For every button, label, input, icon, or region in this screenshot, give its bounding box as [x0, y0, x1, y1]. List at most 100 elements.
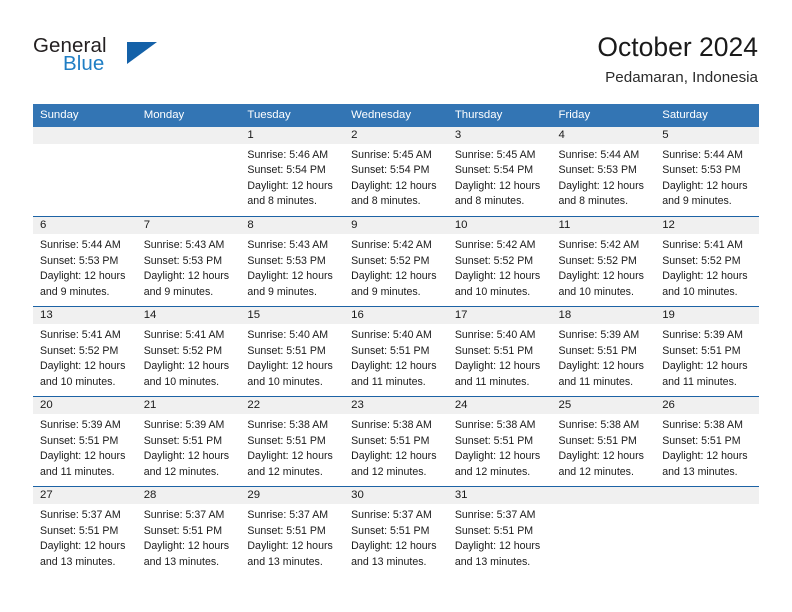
calendar-page: General Blue October 2024 Pedamaran, Ind… — [0, 0, 792, 612]
day-daylight-2-text: and 12 minutes. — [143, 465, 220, 478]
day-daylight-2-text: and 13 minutes. — [351, 555, 427, 568]
calendar-day-cell[interactable]: 30 Sunrise: 5:37 AM Sunset: 5:51 PM Dayligh… — [344, 486, 448, 577]
day-number: 17 — [447, 307, 552, 325]
calendar-day-cell[interactable]: 7 Sunrise: 5:43 AM Sunset: 5:53 PM Daylight… — [136, 216, 241, 307]
day-sunrise-text: Sunrise: 5:46 AM — [247, 148, 329, 161]
calendar-day-cell-empty — [136, 126, 241, 217]
day-daylight-1-text: Daylight: 12 hours — [351, 450, 437, 463]
day-sunset-text: Sunset: 5:53 PM — [558, 164, 637, 177]
day-sunset-text: Sunset: 5:52 PM — [558, 254, 637, 267]
day-sunset-text: Sunset: 5:52 PM — [662, 254, 741, 267]
day-daylight-2-text: and 13 minutes. — [40, 555, 116, 568]
day-daylight-1-text: Daylight: 12 hours — [247, 450, 333, 463]
day-sunrise-text: Sunrise: 5:40 AM — [351, 329, 432, 342]
calendar-day-cell[interactable]: 3 Sunrise: 5:45 AM Sunset: 5:54 PM Daylight… — [447, 126, 552, 217]
day-number — [655, 487, 759, 505]
day-number: 22 — [240, 397, 345, 415]
day-number: 7 — [136, 217, 241, 235]
day-sunrise-text: Sunrise: 5:41 AM — [143, 329, 225, 342]
day-details: Sunrise: 5:44 AM Sunset: 5:53 PM Daylight:… — [33, 234, 137, 300]
day-sunrise-text: Sunrise: 5:37 AM — [143, 509, 225, 522]
calendar-week-row: 27 Sunrise: 5:37 AM Sunset: 5:51 PM Dayligh… — [33, 486, 759, 577]
calendar-day-cell[interactable]: 1 Sunrise: 5:46 AM Sunset: 5:54 PM Daylight… — [240, 126, 345, 217]
day-daylight-1-text: Daylight: 12 hours — [558, 450, 644, 463]
day-details: Sunrise: 5:37 AM Sunset: 5:51 PM Daylight:… — [137, 504, 241, 570]
day-daylight-2-text: and 11 minutes. — [558, 375, 634, 388]
day-number: 6 — [33, 217, 137, 235]
calendar-day-cell[interactable]: 6 Sunrise: 5:44 AM Sunset: 5:53 PM Daylight… — [33, 216, 137, 307]
calendar-day-cell[interactable]: 20 Sunrise: 5:39 AM Sunset: 5:51 PM Dayligh… — [33, 396, 137, 487]
day-number: 5 — [655, 126, 759, 144]
weekday-header-monday: Monday — [136, 104, 241, 127]
calendar-day-cell-empty — [551, 486, 656, 577]
calendar-day-cell[interactable]: 5 Sunrise: 5:44 AM Sunset: 5:53 PM Daylight… — [655, 126, 759, 217]
day-daylight-1-text: Daylight: 12 hours — [40, 270, 126, 283]
calendar-day-cell-empty — [33, 126, 137, 217]
day-daylight-1-text: Daylight: 12 hours — [662, 360, 748, 373]
day-daylight-2-text: and 9 minutes. — [351, 285, 421, 298]
weekday-header-friday: Friday — [551, 104, 656, 127]
day-number: 13 — [33, 307, 137, 325]
calendar-day-cell[interactable]: 26 Sunrise: 5:38 AM Sunset: 5:51 PM Dayligh… — [655, 396, 759, 487]
calendar-day-cell[interactable]: 13 Sunrise: 5:41 AM Sunset: 5:52 PM Dayligh… — [33, 306, 137, 397]
day-details: Sunrise: 5:38 AM Sunset: 5:51 PM Daylight:… — [552, 414, 656, 480]
day-details: Sunrise: 5:42 AM Sunset: 5:52 PM Daylight:… — [552, 234, 656, 300]
calendar-day-cell[interactable]: 15 Sunrise: 5:40 AM Sunset: 5:51 PM Dayligh… — [240, 306, 345, 397]
day-details: Sunrise: 5:39 AM Sunset: 5:51 PM Daylight:… — [137, 414, 241, 480]
day-sunset-text: Sunset: 5:51 PM — [662, 344, 741, 357]
day-sunrise-text: Sunrise: 5:43 AM — [143, 239, 225, 252]
day-sunset-text: Sunset: 5:53 PM — [40, 254, 119, 267]
calendar-container: Sunday Monday Tuesday Wednesday Thursday… — [33, 104, 759, 577]
calendar-day-cell[interactable]: 31 Sunrise: 5:37 AM Sunset: 5:51 PM Dayligh… — [447, 486, 552, 577]
day-number: 30 — [344, 487, 448, 505]
day-details — [655, 504, 759, 508]
calendar-day-cell[interactable]: 19 Sunrise: 5:39 AM Sunset: 5:51 PM Dayligh… — [655, 306, 759, 397]
calendar-day-cell[interactable]: 9 Sunrise: 5:42 AM Sunset: 5:52 PM Daylight… — [344, 216, 448, 307]
day-number: 20 — [33, 397, 137, 415]
day-sunrise-text: Sunrise: 5:42 AM — [351, 239, 432, 252]
day-daylight-1-text: Daylight: 12 hours — [558, 360, 644, 373]
calendar-day-cell[interactable]: 29 Sunrise: 5:37 AM Sunset: 5:51 PM Dayligh… — [240, 486, 345, 577]
day-daylight-2-text: and 11 minutes. — [662, 375, 737, 388]
calendar-day-cell[interactable]: 17 Sunrise: 5:40 AM Sunset: 5:51 PM Dayligh… — [447, 306, 552, 397]
calendar-day-cell[interactable]: 4 Sunrise: 5:44 AM Sunset: 5:53 PM Daylight… — [551, 126, 656, 217]
day-details — [552, 504, 656, 508]
day-number: 31 — [447, 487, 552, 505]
day-details: Sunrise: 5:40 AM Sunset: 5:51 PM Daylight:… — [344, 324, 448, 390]
page-subtitle: Pedamaran, Indonesia — [605, 69, 758, 87]
calendar-day-cell[interactable]: 12 Sunrise: 5:41 AM Sunset: 5:52 PM Dayligh… — [655, 216, 759, 307]
calendar-day-cell[interactable]: 24 Sunrise: 5:38 AM Sunset: 5:51 PM Dayligh… — [447, 396, 552, 487]
calendar-day-cell[interactable]: 27 Sunrise: 5:37 AM Sunset: 5:51 PM Dayligh… — [33, 486, 137, 577]
brand-logo[interactable]: General Blue — [33, 34, 213, 86]
calendar-day-cell[interactable]: 18 Sunrise: 5:39 AM Sunset: 5:51 PM Dayligh… — [551, 306, 656, 397]
day-daylight-1-text: Daylight: 12 hours — [558, 270, 644, 283]
day-daylight-2-text: and 12 minutes. — [454, 465, 531, 478]
day-sunrise-text: Sunrise: 5:41 AM — [662, 239, 743, 252]
calendar-day-cell[interactable]: 23 Sunrise: 5:38 AM Sunset: 5:51 PM Dayligh… — [344, 396, 448, 487]
day-daylight-1-text: Daylight: 12 hours — [662, 179, 748, 192]
calendar-day-cell[interactable]: 28 Sunrise: 5:37 AM Sunset: 5:51 PM Dayligh… — [136, 486, 241, 577]
day-daylight-1-text: Daylight: 12 hours — [143, 450, 230, 463]
day-sunrise-text: Sunrise: 5:44 AM — [662, 148, 743, 161]
calendar-day-cell[interactable]: 25 Sunrise: 5:38 AM Sunset: 5:51 PM Dayligh… — [551, 396, 656, 487]
day-daylight-2-text: and 13 minutes. — [247, 555, 323, 568]
day-daylight-2-text: and 8 minutes. — [351, 195, 421, 208]
day-daylight-2-text: and 10 minutes. — [143, 375, 220, 388]
day-sunset-text: Sunset: 5:53 PM — [143, 254, 223, 267]
calendar-day-cell[interactable]: 8 Sunrise: 5:43 AM Sunset: 5:53 PM Daylight… — [240, 216, 345, 307]
day-sunrise-text: Sunrise: 5:45 AM — [351, 148, 432, 161]
day-sunrise-text: Sunrise: 5:37 AM — [351, 509, 432, 522]
calendar-day-cell[interactable]: 2 Sunrise: 5:45 AM Sunset: 5:54 PM Daylight… — [344, 126, 448, 217]
calendar-day-cell[interactable]: 22 Sunrise: 5:38 AM Sunset: 5:51 PM Dayligh… — [240, 396, 345, 487]
calendar-day-cell[interactable]: 10 Sunrise: 5:42 AM Sunset: 5:52 PM Dayligh… — [447, 216, 552, 307]
brand-name-blue: Blue — [63, 52, 105, 75]
day-daylight-2-text: and 8 minutes. — [247, 195, 317, 208]
day-daylight-1-text: Daylight: 12 hours — [143, 270, 230, 283]
calendar-day-cell[interactable]: 14 Sunrise: 5:41 AM Sunset: 5:52 PM Dayligh… — [136, 306, 241, 397]
calendar-day-cell[interactable]: 16 Sunrise: 5:40 AM Sunset: 5:51 PM Dayligh… — [344, 306, 448, 397]
day-daylight-1-text: Daylight: 12 hours — [351, 360, 437, 373]
calendar-week-row: 20 Sunrise: 5:39 AM Sunset: 5:51 PM Dayligh… — [33, 396, 759, 487]
day-details: Sunrise: 5:40 AM Sunset: 5:51 PM Daylight:… — [240, 324, 344, 390]
calendar-day-cell[interactable]: 21 Sunrise: 5:39 AM Sunset: 5:51 PM Dayligh… — [136, 396, 241, 487]
calendar-day-cell[interactable]: 11 Sunrise: 5:42 AM Sunset: 5:52 PM Dayligh… — [551, 216, 656, 307]
